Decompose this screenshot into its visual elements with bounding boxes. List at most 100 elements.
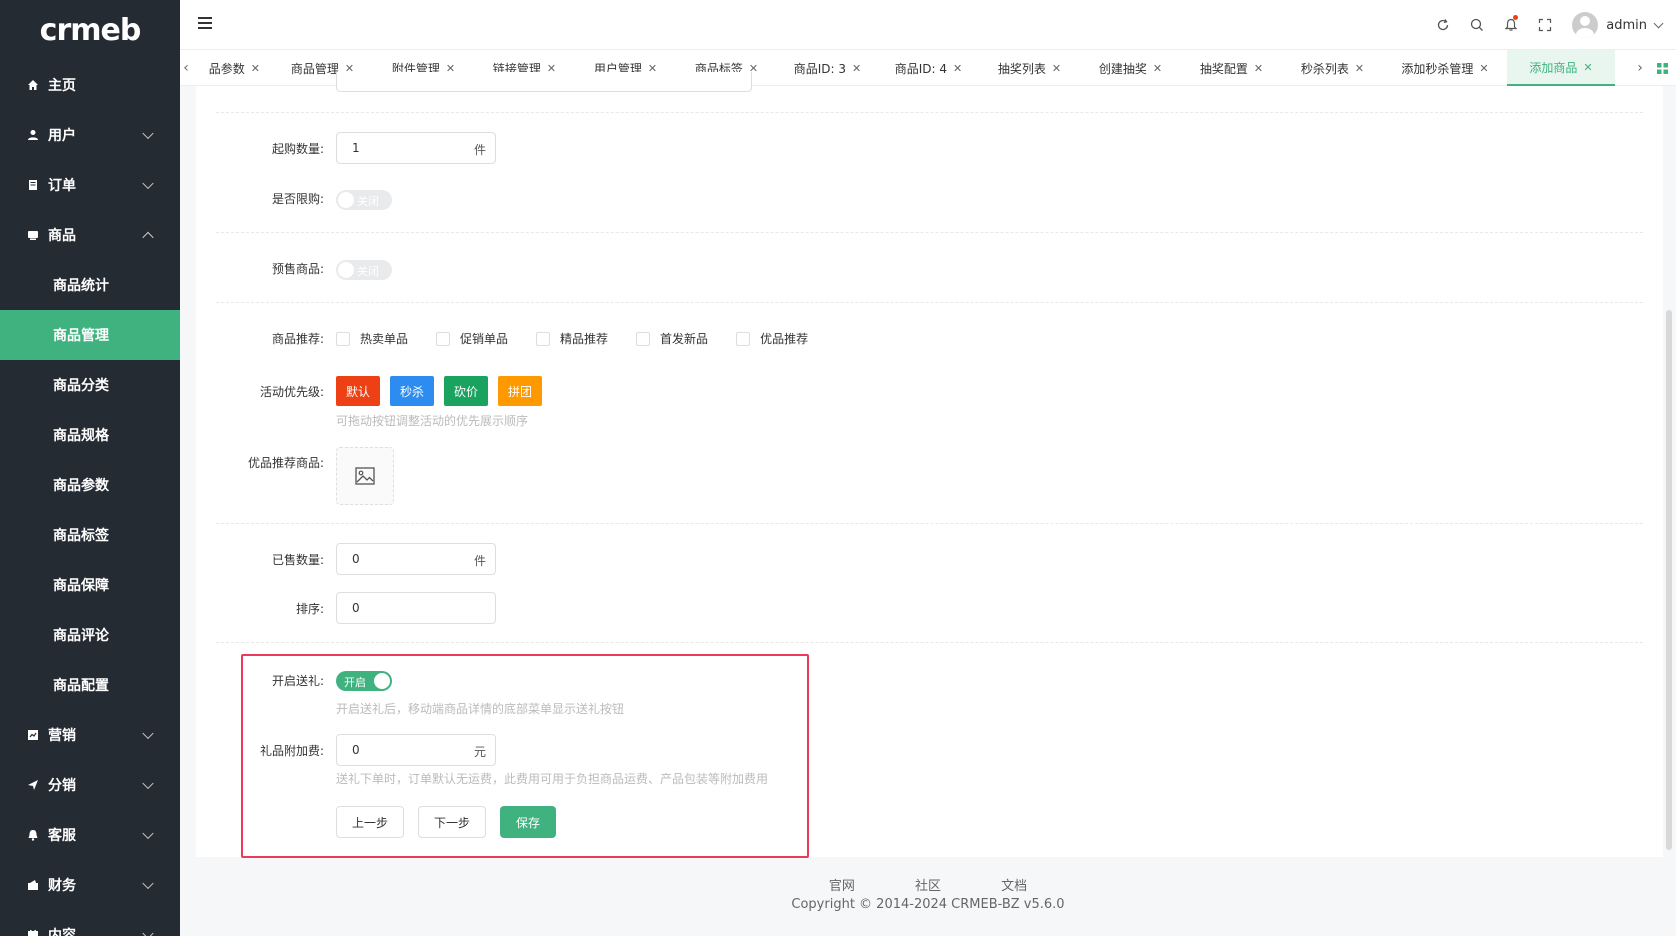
tab-label: 添加商品 bbox=[1529, 60, 1578, 75]
tab-item[interactable]: 抽奖配置 ✕ bbox=[1181, 50, 1282, 86]
recommend-option[interactable]: 首发新品 bbox=[636, 330, 708, 347]
activity-priority-hint: 可拖动按钮调整活动的优先展示顺序 bbox=[336, 414, 529, 428]
tab-item[interactable]: 商品ID: 4 ✕ bbox=[878, 50, 979, 86]
recommend-option[interactable]: 热卖单品 bbox=[336, 330, 408, 347]
menu-toggle-icon[interactable] bbox=[198, 17, 212, 29]
min-purchase-input[interactable]: 1 件 bbox=[336, 132, 496, 164]
option-label: 精品推荐 bbox=[560, 332, 609, 346]
tab-scroll-left-icon[interactable]: ‹ bbox=[180, 50, 192, 86]
tab-item[interactable]: 秒杀列表 ✕ bbox=[1282, 50, 1383, 86]
checkbox[interactable] bbox=[336, 331, 350, 346]
tab-item-active[interactable]: 添加商品 ✕ bbox=[1507, 50, 1615, 86]
sidebar-subitem-product-stats[interactable]: 商品统计 bbox=[0, 260, 180, 310]
highlight-box bbox=[241, 654, 809, 858]
sidebar: crmeb 主页 用户 订单 商品 商品统计 商品管理 商品分类 商品规格 商品… bbox=[0, 0, 180, 936]
footer-link-community[interactable]: 社区 bbox=[915, 879, 941, 894]
sidebar-item-content[interactable]: 内容 bbox=[0, 910, 180, 936]
presale-toggle[interactable]: 关闭 bbox=[336, 260, 392, 280]
tab-menu-icon[interactable] bbox=[1652, 50, 1672, 86]
purchase-limit-toggle[interactable]: 关闭 bbox=[336, 190, 392, 210]
sort-input[interactable]: 0 bbox=[336, 592, 496, 624]
sidebar-subitem-product-review[interactable]: 商品评论 bbox=[0, 610, 180, 660]
recommend-option[interactable]: 促销单品 bbox=[436, 330, 508, 347]
sidebar-item-label: 营销 bbox=[48, 728, 76, 744]
scrollbar[interactable] bbox=[1666, 310, 1672, 850]
recommend-label: 商品推荐: bbox=[271, 332, 324, 346]
sidebar-item-home[interactable]: 主页 bbox=[0, 60, 180, 110]
close-icon[interactable]: ✕ bbox=[852, 62, 861, 75]
sidebar-subitem-product-spec[interactable]: 商品规格 bbox=[0, 410, 180, 460]
tab-item[interactable]: 品参数 ✕ bbox=[192, 50, 272, 86]
sidebar-subitem-product-param[interactable]: 商品参数 bbox=[0, 460, 180, 510]
image-upload-button[interactable] bbox=[336, 447, 394, 505]
chevron-down-icon[interactable] bbox=[1653, 18, 1664, 28]
sidebar-item-distribution[interactable]: 分销 bbox=[0, 760, 180, 810]
sold-count-input[interactable]: 0 件 bbox=[336, 543, 496, 575]
sort-label: 排序: bbox=[295, 602, 324, 616]
sidebar-item-service[interactable]: 客服 bbox=[0, 810, 180, 860]
checkbox[interactable] bbox=[436, 331, 451, 346]
sidebar-item-finance[interactable]: 财务 bbox=[0, 860, 180, 910]
sidebar-item-label: 客服 bbox=[48, 828, 76, 844]
avatar[interactable] bbox=[1572, 12, 1599, 38]
priority-seckill-button[interactable]: 秒杀 bbox=[390, 376, 434, 406]
sidebar-item-product[interactable]: 商品 bbox=[0, 210, 180, 260]
close-icon[interactable]: ✕ bbox=[1153, 62, 1162, 75]
sidebar-item-user[interactable]: 用户 bbox=[0, 110, 180, 160]
footer-link-official[interactable]: 官网 bbox=[829, 879, 855, 894]
checkbox[interactable] bbox=[536, 331, 551, 346]
checkbox[interactable] bbox=[636, 331, 651, 346]
section-divider bbox=[216, 523, 1643, 524]
partial-input-field[interactable] bbox=[336, 72, 752, 92]
fullscreen-icon[interactable] bbox=[1528, 0, 1562, 50]
tab-label: 创建抽奖 bbox=[1098, 61, 1147, 76]
sidebar-subitem-product-manage[interactable]: 商品管理 bbox=[0, 310, 180, 360]
purchase-limit-label: 是否限购: bbox=[271, 192, 324, 206]
sidebar-item-label: 商品 bbox=[48, 228, 76, 244]
sidebar-subitem-product-label[interactable]: 商品标签 bbox=[0, 510, 180, 560]
close-icon[interactable]: ✕ bbox=[251, 62, 260, 75]
min-purchase-label: 起购数量: bbox=[271, 142, 324, 156]
sold-count-label: 已售数量: bbox=[271, 553, 324, 567]
sidebar-item-label: 内容 bbox=[48, 928, 76, 936]
checkbox[interactable] bbox=[736, 331, 751, 346]
tab-item[interactable]: 创建抽奖 ✕ bbox=[1080, 50, 1181, 86]
sidebar-subitem-product-config[interactable]: 商品配置 bbox=[0, 660, 180, 710]
sidebar-item-marketing[interactable]: 营销 bbox=[0, 710, 180, 760]
priority-bargain-button[interactable]: 砍价 bbox=[444, 376, 488, 406]
section-divider bbox=[216, 112, 1643, 113]
tab-item[interactable]: 商品ID: 3 ✕ bbox=[777, 50, 878, 86]
chevron-down-icon bbox=[142, 827, 154, 840]
refresh-icon[interactable] bbox=[1426, 0, 1460, 50]
close-icon[interactable]: ✕ bbox=[953, 62, 962, 75]
close-icon[interactable]: ✕ bbox=[1479, 62, 1488, 75]
top-header: admin bbox=[180, 0, 1676, 50]
sidebar-subitem-product-guarantee[interactable]: 商品保障 bbox=[0, 560, 180, 610]
chevron-down-icon bbox=[142, 927, 154, 936]
logo[interactable]: crmeb bbox=[0, 0, 180, 60]
marketing-icon bbox=[26, 728, 40, 742]
close-icon[interactable]: ✕ bbox=[1355, 62, 1364, 75]
username[interactable]: admin bbox=[1606, 18, 1647, 33]
option-label: 首发新品 bbox=[660, 332, 709, 346]
tab-item[interactable]: 抽奖列表 ✕ bbox=[979, 50, 1080, 86]
recommend-option[interactable]: 精品推荐 bbox=[536, 330, 608, 347]
tab-item[interactable]: 添加秒杀管理 ✕ bbox=[1383, 50, 1507, 86]
option-label: 促销单品 bbox=[460, 332, 509, 346]
unit-suffix: 件 bbox=[473, 554, 486, 568]
bell-icon[interactable] bbox=[1494, 0, 1528, 50]
search-icon[interactable] bbox=[1460, 0, 1494, 50]
sidebar-subitem-product-category[interactable]: 商品分类 bbox=[0, 360, 180, 410]
close-icon[interactable]: ✕ bbox=[1254, 62, 1263, 75]
recommend-option[interactable]: 优品推荐 bbox=[736, 330, 808, 347]
close-icon[interactable]: ✕ bbox=[1052, 62, 1061, 75]
tab-label: 商品ID: 4 bbox=[894, 61, 948, 76]
service-icon bbox=[26, 828, 40, 842]
finance-icon bbox=[26, 878, 40, 892]
priority-group-button[interactable]: 拼团 bbox=[498, 376, 542, 406]
footer-link-docs[interactable]: 文档 bbox=[1001, 879, 1027, 894]
sidebar-item-order[interactable]: 订单 bbox=[0, 160, 180, 210]
close-icon[interactable]: ✕ bbox=[1583, 61, 1592, 74]
priority-default-button[interactable]: 默认 bbox=[336, 376, 380, 406]
tab-scroll-right-icon[interactable]: › bbox=[1630, 50, 1650, 86]
